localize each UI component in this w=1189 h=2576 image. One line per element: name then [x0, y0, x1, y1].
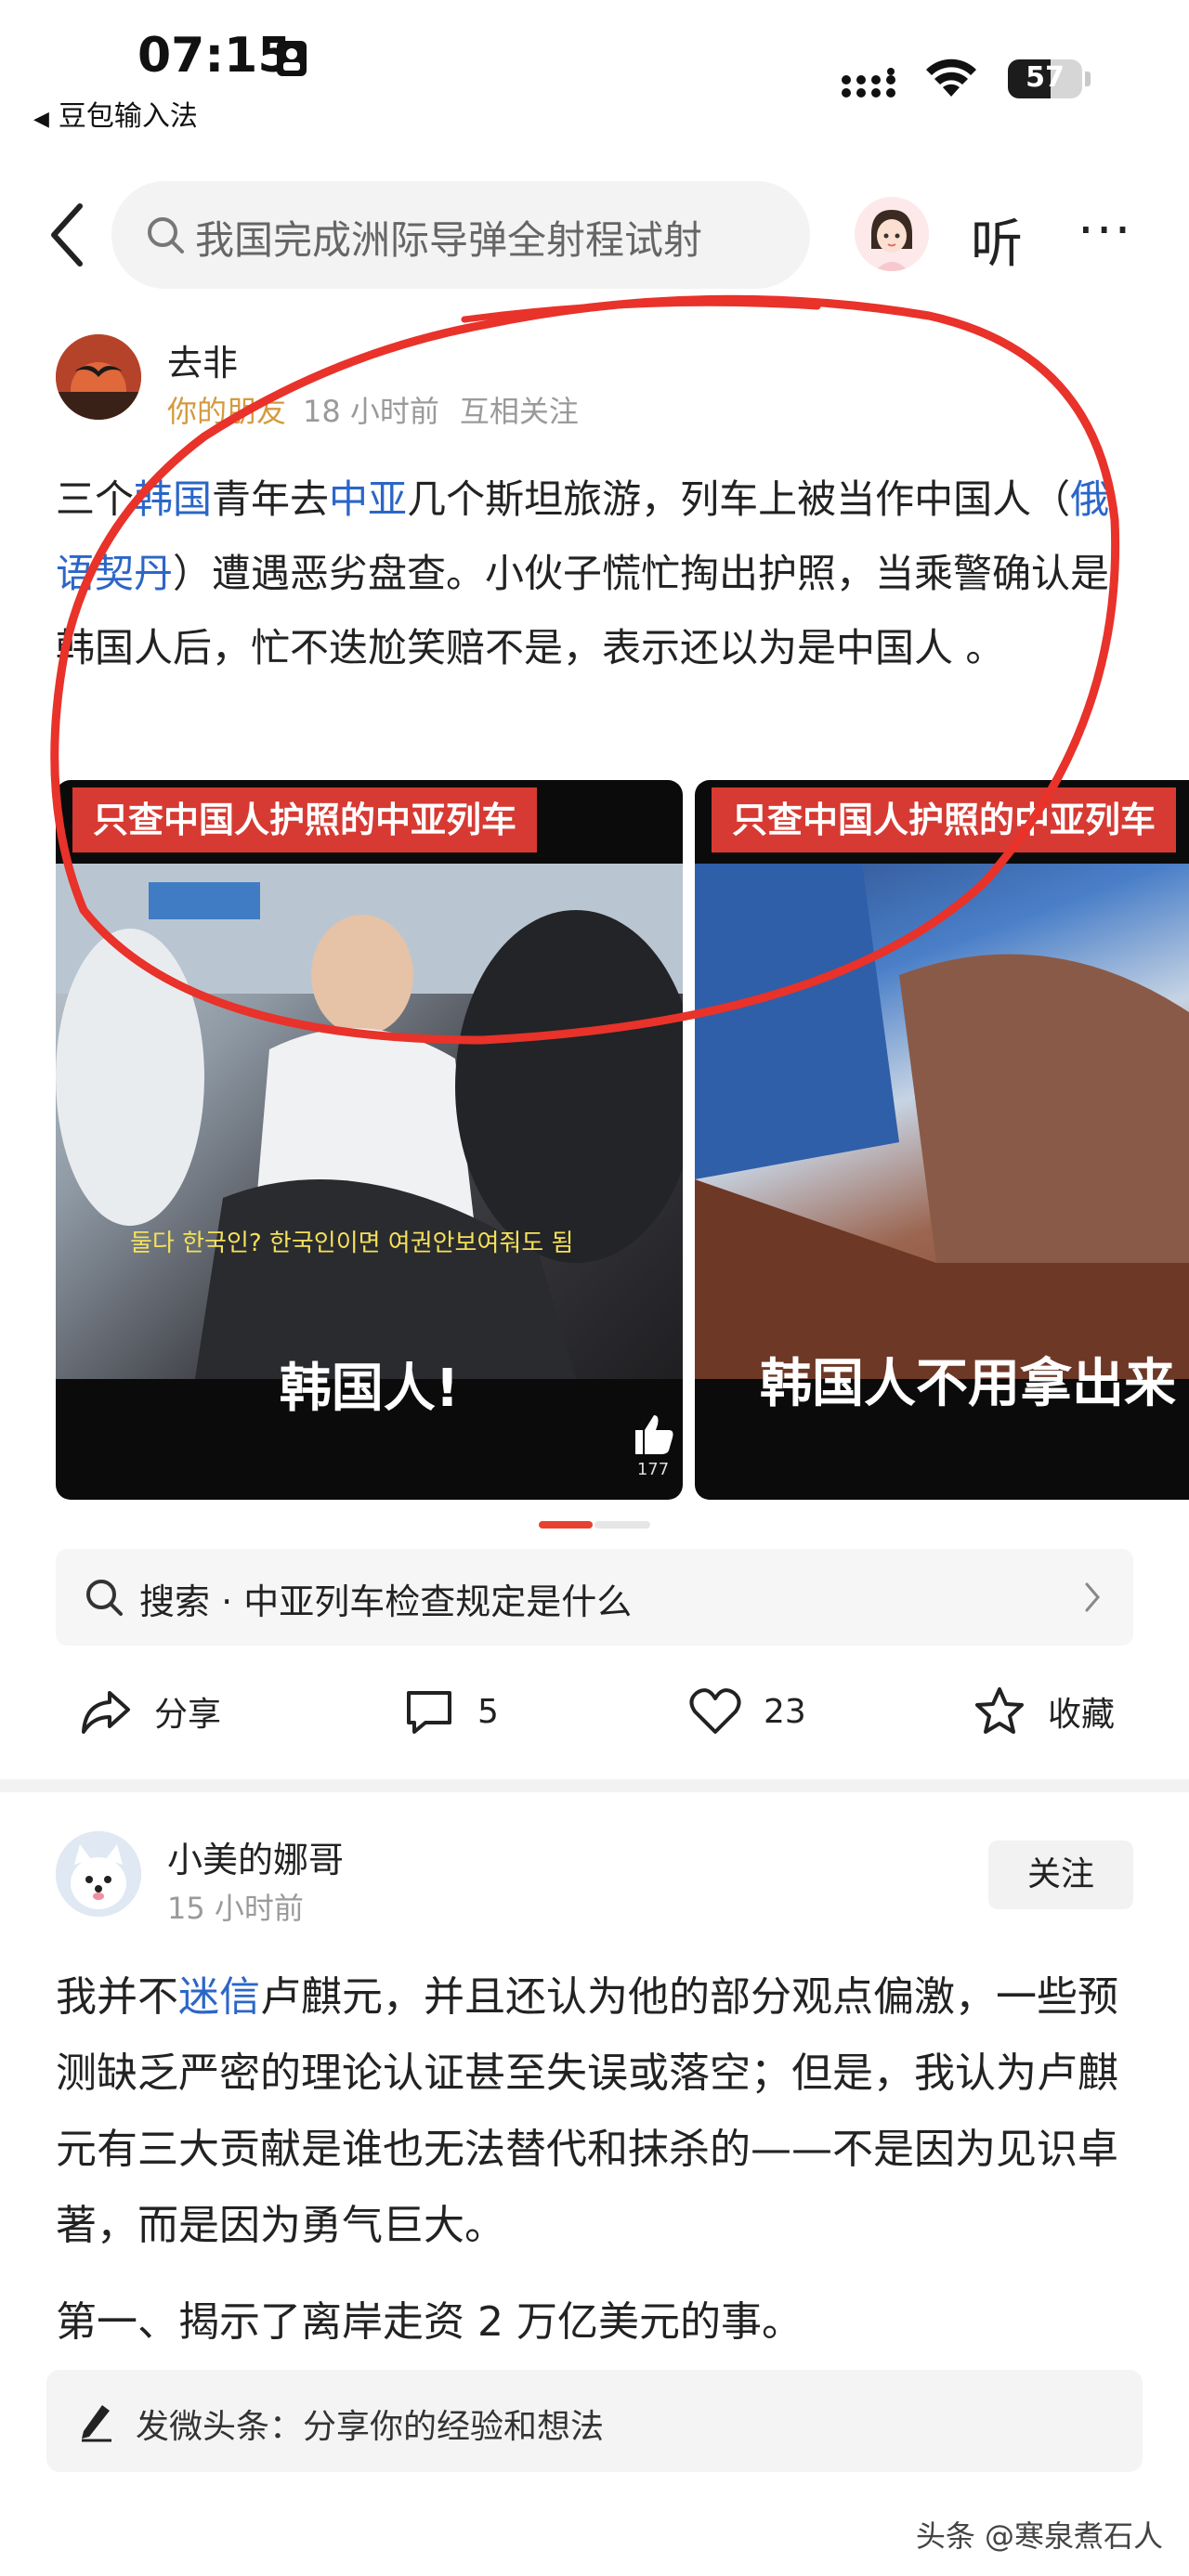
- heart-icon: [689, 1688, 741, 1734]
- post-time: 18 小时前: [303, 394, 439, 429]
- star-icon: [975, 1687, 1024, 1734]
- blurred-scene-illustration: [695, 864, 1189, 1379]
- post-topic-link[interactable]: 韩国: [134, 476, 212, 522]
- search-icon: [148, 217, 184, 254]
- search-icon: [86, 1580, 123, 1616]
- lock-screen-icon: [277, 41, 307, 76]
- follow-button[interactable]: 关注: [988, 1841, 1133, 1909]
- carousel-indicator: [539, 1521, 650, 1529]
- thumbs-up-icon: [635, 1415, 673, 1454]
- like-button[interactable]: 23: [687, 1679, 806, 1744]
- section-divider: [0, 1779, 1189, 1792]
- video-banner-title: 只查中国人护照的中亚列车: [72, 787, 538, 852]
- comment-icon: [407, 1691, 451, 1734]
- carousel-dot: [594, 1521, 650, 1529]
- post-text-segment: 几个斯坦旅游，列车上被当作中国人（: [407, 476, 1071, 522]
- video-banner-title: 只查中国人护照的中亚列车: [712, 787, 1177, 852]
- status-time: 07:15: [137, 28, 292, 84]
- post-body-text: 三个韩国青年去中亚几个斯坦旅游，列车上被当作中国人（俄语契丹）遭遇恶劣盘查。小伙…: [56, 462, 1143, 685]
- video-like-badge[interactable]: 177: [630, 1412, 676, 1479]
- assistant-avatar-icon[interactable]: [855, 197, 929, 271]
- post-text-segment: 青年去: [212, 476, 330, 522]
- search-bar[interactable]: 我国完成洲际导弹全射程试射: [111, 181, 810, 289]
- comment-time: 15 小时前: [167, 1891, 304, 1926]
- video-caption: 韩国人!: [279, 1359, 460, 1419]
- dog-avatar-icon: [56, 1831, 141, 1917]
- video-card[interactable]: 只查中国人护照的中亚列车 韩国人不用拿出来: [695, 780, 1189, 1500]
- korean-subtitle: 둘다 한국인? 한국인이면 여권안보여줘도 됨: [130, 1229, 574, 1257]
- share-button[interactable]: 分享: [78, 1679, 221, 1744]
- back-app-label: 豆包输入法: [58, 100, 198, 133]
- related-search-text: 搜索 · 中亚列车检查规定是什么: [139, 1581, 633, 1622]
- battery-cap: [1085, 72, 1091, 86]
- video-card[interactable]: 只查中国人护照的中亚列车 둘다 한국인? 한국인이면 여권안보여줘도 됨 韩国人…: [56, 780, 683, 1500]
- comment-body-continued: 第一、揭示了离岸走资 2 万亿美元的事。: [56, 2298, 803, 2346]
- like-count: 23: [764, 1692, 806, 1731]
- comment-text-segment: 我并不: [56, 1973, 178, 2021]
- video-frame: [695, 864, 1189, 1379]
- comment-author-name[interactable]: 小美的娜哥: [167, 1831, 344, 1882]
- post-author-name[interactable]: 去非: [167, 334, 238, 385]
- video-frame: [56, 864, 683, 1379]
- compose-placeholder: 发微头条：分享你的经验和想法: [136, 2408, 605, 2446]
- post-text-segment: 三个: [56, 476, 135, 522]
- share-label: 分享: [154, 1696, 222, 1734]
- comment-author-avatar[interactable]: [56, 1831, 141, 1917]
- more-options-button[interactable]: ···: [1078, 201, 1132, 261]
- comment-topic-link[interactable]: 迷信: [178, 1973, 260, 2021]
- back-arrow-icon[interactable]: [46, 202, 87, 267]
- source-watermark: 头条 @寒泉煮石人: [915, 2518, 1163, 2554]
- post-author-avatar[interactable]: [56, 334, 141, 420]
- comment-body-text: 我并不迷信卢麒元，并且还认为他的部分观点偏激，一些预测缺乏严密的理论认证甚至失误…: [56, 1959, 1143, 2264]
- back-to-app-link[interactable]: ◀ 豆包输入法: [33, 93, 198, 134]
- pen-icon: [82, 2405, 111, 2442]
- video-caption: 韩国人不用拿出来: [760, 1354, 1176, 1414]
- favorite-button[interactable]: 收藏: [972, 1679, 1115, 1744]
- search-query-text: 我国完成洲际导弹全射程试射: [195, 217, 703, 263]
- status-bar: 07:15 ◀ 豆包输入法 57: [0, 0, 1189, 139]
- carousel-dot-active: [539, 1521, 593, 1529]
- comment-count: 5: [477, 1692, 499, 1731]
- mutual-follow-label: 互相关注: [459, 394, 579, 429]
- related-search-link[interactable]: 搜索 · 中亚列车检查规定是什么: [56, 1549, 1133, 1646]
- post-meta: 你的朋友 18 小时前 互相关注: [167, 388, 579, 431]
- video-like-count: 177: [636, 1460, 670, 1479]
- post-topic-link[interactable]: 中亚: [329, 476, 407, 522]
- friend-label: 你的朋友: [167, 394, 287, 429]
- comment-button[interactable]: 5: [401, 1679, 499, 1744]
- share-icon: [82, 1691, 130, 1734]
- listen-button[interactable]: 听: [971, 202, 1023, 278]
- bird-sunset-icon: [56, 334, 141, 420]
- wifi-icon: [926, 59, 976, 97]
- assistant-face-icon: [855, 197, 929, 271]
- train-scene-illustration: [56, 864, 683, 1379]
- chevron-right-icon: [1085, 1582, 1100, 1612]
- post-text-segment: ）遭遇恶劣盘查。小伙子慌忙掏出护照，当乘警确认是韩国人后，忙不迭尬笑赔不是，表示…: [56, 551, 1110, 670]
- favorite-label: 收藏: [1048, 1696, 1116, 1734]
- back-triangle-icon: ◀: [33, 108, 49, 131]
- battery-indicator: 57: [1008, 59, 1082, 98]
- signal-icon: [842, 67, 895, 98]
- battery-level: 57: [1026, 61, 1065, 94]
- compose-input[interactable]: 发微头条：分享你的经验和想法: [46, 2370, 1143, 2472]
